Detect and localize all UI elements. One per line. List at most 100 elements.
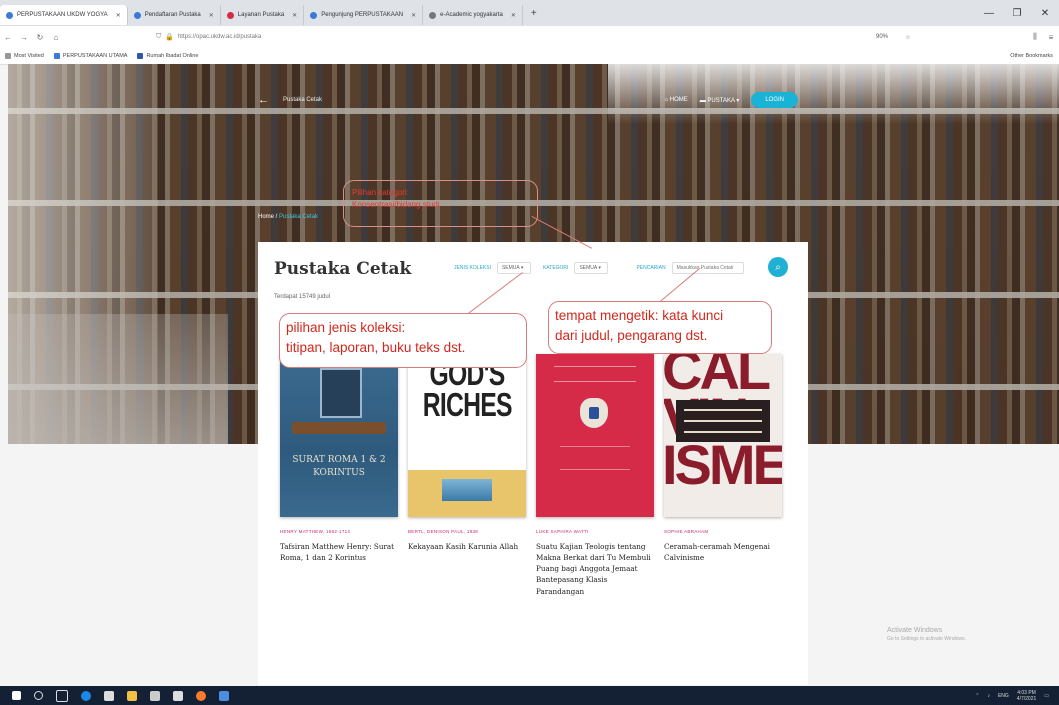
zoom-level[interactable]: 90% bbox=[876, 34, 888, 40]
login-button[interactable]: LOGIN bbox=[751, 92, 798, 108]
landscape-image bbox=[442, 479, 492, 501]
search-icon: ⌕ bbox=[775, 261, 781, 273]
book-cover[interactable]: GOD'S RICHES bbox=[408, 354, 526, 517]
bookmark-label: Other Bookmarks bbox=[1010, 53, 1053, 59]
cover-lines bbox=[560, 446, 630, 470]
book-title[interactable]: Kekayaan Kasih Karunia Allah bbox=[408, 541, 526, 552]
close-icon[interactable]: ✕ bbox=[411, 12, 416, 19]
book-title[interactable]: Tafsiran Matthew Henry: Surat Roma, 1 da… bbox=[280, 541, 398, 563]
search-input[interactable] bbox=[671, 262, 744, 274]
book-card[interactable]: SURAT ROMA 1 & 2 KORINTUS HENRY MATTHEW,… bbox=[280, 354, 398, 597]
watermark-subtitle: Go to Settings to activate Windows. bbox=[887, 636, 966, 642]
address-bar[interactable]: ⛉ 🔒 https://opac.ukdw.ac.id/pustaka 90% … bbox=[156, 29, 916, 45]
bookmark-perpustakaan[interactable]: PERPUSTAKAAN UTAMA bbox=[49, 53, 133, 59]
lock-icon: 🔒 bbox=[165, 34, 174, 41]
close-icon[interactable]: ✕ bbox=[209, 12, 214, 19]
edge-icon[interactable] bbox=[81, 690, 91, 701]
other-bookmarks[interactable]: Other Bookmarks bbox=[1005, 53, 1059, 59]
shield-icon: ⛉ bbox=[156, 33, 162, 40]
browser-tab-5[interactable]: e-Academic yogyakarta ✕ bbox=[423, 5, 523, 25]
watermark-title: Activate Windows bbox=[887, 627, 943, 634]
bookmark-rumah-ibadat[interactable]: Rumah Ibadat Online bbox=[132, 53, 203, 59]
nav-home-link[interactable]: ⌂ HOME bbox=[664, 97, 687, 103]
back-icon[interactable]: ← bbox=[0, 33, 16, 42]
tab-label: Pengunjung PERPUSTAKAAN bbox=[321, 12, 404, 18]
folder-icon[interactable] bbox=[127, 690, 137, 701]
browser-tab-1[interactable]: PERPUSTAKAAN UKDW YOGYA ✕ bbox=[0, 5, 128, 25]
close-icon[interactable]: ✕ bbox=[292, 12, 297, 19]
breadcrumb-home[interactable]: Home bbox=[258, 214, 274, 220]
book-card[interactable]: GOD'S RICHES BERTL, DENISON PAUL, 1938 K… bbox=[408, 354, 526, 597]
hero-floor bbox=[8, 314, 228, 444]
book-card[interactable]: CAL VIN ISME SOPHIE ABRAHAM Ceramah-cera… bbox=[664, 354, 782, 597]
annotation-line: Konsentrasi/bidang studi bbox=[352, 200, 440, 209]
browser-tab-4[interactable]: Pengunjung PERPUSTAKAAN ✕ bbox=[304, 5, 424, 25]
site-navbar: ← Pustaka Cetak ⌂ HOME ▬ PUSTAKA ▾ LOGIN bbox=[258, 89, 798, 111]
home-icon: ⌂ bbox=[664, 97, 669, 103]
tab-label: e-Academic yogyakarta bbox=[440, 12, 503, 18]
cover-text: SURAT ROMA 1 & 2 KORINTUS bbox=[292, 455, 386, 478]
close-icon[interactable]: ✕ bbox=[116, 12, 121, 19]
home-icon[interactable]: ⌂ bbox=[48, 33, 64, 42]
chevron-up-icon[interactable]: ⌃ bbox=[975, 693, 979, 699]
book-author: BERTL, DENISON PAUL, 1938 bbox=[408, 529, 479, 534]
annotation-line: dari judul, pengarang dst. bbox=[555, 327, 708, 343]
forward-icon[interactable]: → bbox=[16, 33, 32, 42]
book-title[interactable]: Suatu Kajian Teologis tentang Makna Berk… bbox=[536, 541, 654, 597]
notification-icon[interactable]: ▭ bbox=[1044, 693, 1049, 699]
mail-icon[interactable] bbox=[150, 690, 160, 701]
gear-icon bbox=[5, 53, 11, 59]
close-icon[interactable]: ✕ bbox=[511, 12, 516, 19]
browser-tab-2[interactable]: Pendaftaran Pustaka ✕ bbox=[128, 5, 221, 25]
select-value: SEMUA bbox=[501, 265, 520, 271]
back-arrow-icon[interactable]: ← bbox=[258, 94, 269, 106]
camera-icon[interactable] bbox=[173, 690, 183, 701]
bookmark-label: Most Visited bbox=[14, 53, 44, 59]
breadcrumb-current: Pustaka Cetak bbox=[279, 214, 319, 220]
browser-tab-3[interactable]: Layanan Pustaka ✕ bbox=[221, 5, 305, 25]
maximize-icon[interactable]: ❐ bbox=[1003, 8, 1031, 19]
library-icon[interactable]: ⫼ bbox=[1027, 32, 1043, 42]
search-icon[interactable] bbox=[34, 691, 43, 700]
new-tab-button[interactable]: + bbox=[523, 8, 545, 19]
minimize-icon[interactable]: — bbox=[975, 8, 1003, 19]
jenis-koleksi-select[interactable]: SEMUA ▾ bbox=[496, 262, 531, 274]
bookmark-most-visited[interactable]: Most Visited bbox=[0, 53, 49, 59]
url-text: https://opac.ukdw.ac.id/pustaka bbox=[177, 34, 262, 40]
windows-taskbar: ⌃ ♪ ENG 4:03 PM 4/7/2021 ▭ bbox=[0, 686, 1059, 705]
cover-ribbon bbox=[292, 422, 386, 434]
kategori-select[interactable]: SEMUA ▾ bbox=[574, 262, 609, 274]
annotation-text: tempat mengetik: kata kunci dari judul, p… bbox=[555, 306, 723, 345]
nav-pustaka-link[interactable]: ▬ PUSTAKA ▾ bbox=[700, 97, 740, 104]
filter-label-jenis: JENIS KOLEKSI bbox=[454, 265, 491, 271]
annotation-search: tempat mengetik: kata kunci dari judul, p… bbox=[548, 301, 772, 354]
store-icon[interactable] bbox=[104, 690, 114, 701]
book-cover[interactable]: SURAT ROMA 1 & 2 KORINTUS bbox=[280, 354, 398, 517]
bookmark-label: Rumah Ibadat Online bbox=[146, 53, 199, 59]
reload-icon[interactable]: ↻ bbox=[32, 33, 48, 42]
book-card[interactable]: LUKE SAPHIRA WATTI Suatu Kajian Teologis… bbox=[536, 354, 654, 597]
speaker-icon[interactable]: ♪ bbox=[987, 693, 990, 699]
menu-icon[interactable]: ≡ bbox=[1043, 33, 1059, 42]
select-value: SEMUA bbox=[579, 265, 597, 271]
book-author: SOPHIE ABRAHAM bbox=[664, 529, 709, 534]
annotation-line: Pilihan kategori: bbox=[352, 188, 409, 197]
language-indicator[interactable]: ENG bbox=[998, 693, 1009, 699]
app-icon[interactable] bbox=[219, 690, 229, 701]
tab-favicon bbox=[226, 11, 234, 19]
search-button[interactable]: ⌕ bbox=[768, 257, 788, 277]
task-view-icon[interactable] bbox=[56, 689, 68, 702]
firefox-icon[interactable] bbox=[196, 690, 206, 701]
annotation-line: pilihan jenis koleksi: bbox=[286, 320, 406, 335]
star-icon[interactable]: ☆ bbox=[900, 34, 916, 41]
close-window-icon[interactable]: ✕ bbox=[1031, 8, 1059, 19]
bookmarks-bar: Most Visited PERPUSTAKAAN UTAMA Rumah Ib… bbox=[0, 48, 1059, 65]
windows-start-icon[interactable] bbox=[12, 691, 21, 700]
book-cover[interactable]: CAL VIN ISME bbox=[664, 354, 782, 517]
nav-home-label: HOME bbox=[669, 97, 688, 103]
book-cover[interactable] bbox=[536, 354, 654, 517]
window-controls: — ❐ ✕ bbox=[975, 0, 1059, 26]
tab-label: Layanan Pustaka bbox=[237, 12, 285, 18]
book-title[interactable]: Ceramah-ceramah Mengenai Calvinisme bbox=[664, 541, 782, 563]
clock[interactable]: 4:03 PM 4/7/2021 bbox=[1017, 690, 1036, 702]
